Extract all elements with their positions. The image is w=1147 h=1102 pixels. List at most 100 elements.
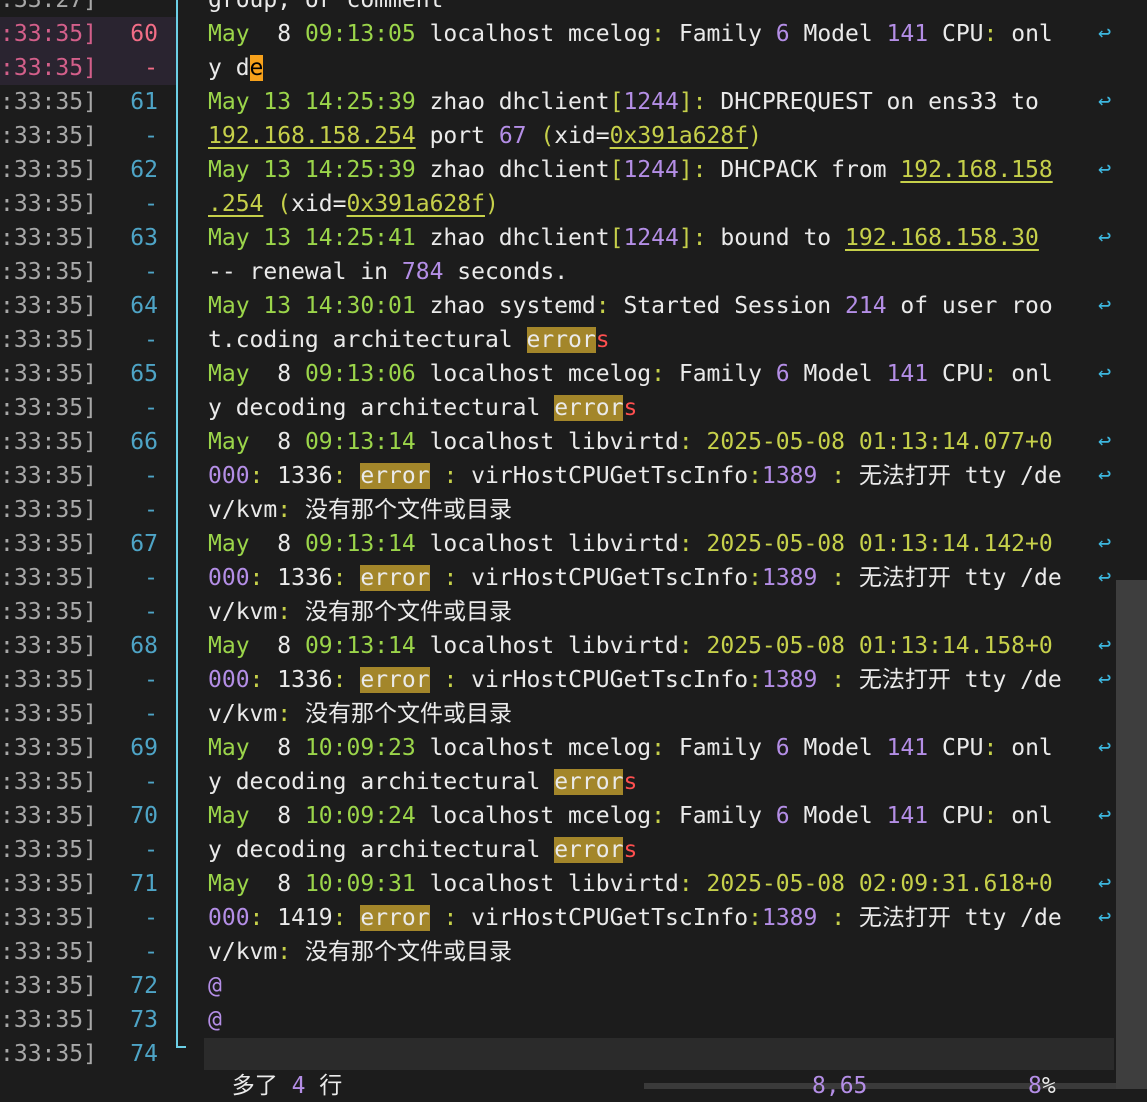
text-token: [ xyxy=(609,89,624,115)
text-token: CPU xyxy=(928,735,984,761)
text-line: May 8 09:13:05 localhost mcelog: Family … xyxy=(208,17,1113,51)
text-token: Started Session xyxy=(623,293,845,319)
scroll-track-empty xyxy=(1116,0,1147,580)
text-token: Model xyxy=(789,735,887,761)
text-token: s xyxy=(623,837,638,863)
text-token: y decoding architectural xyxy=(208,395,555,421)
text-line: 192.168.158.254 port 67 (xid=0x391a628f) xyxy=(208,119,1113,153)
text-token: : xyxy=(983,735,1012,761)
text-token: y d xyxy=(208,55,250,81)
text-token: Family xyxy=(678,735,776,761)
text-token: : xyxy=(678,871,707,897)
text-token: y decoding architectural xyxy=(208,837,555,863)
gutter-timestamp: :33:35] xyxy=(0,633,97,659)
wrap-continuation-icon: ↩ xyxy=(1098,361,1112,386)
gutter-timestamp: :33:35] xyxy=(0,259,97,285)
text-line: v/kvm: 没有那个文件或目录 xyxy=(208,935,1113,969)
search-match: error xyxy=(554,837,624,863)
text-token: ]: xyxy=(678,157,721,183)
line-number: - xyxy=(144,497,158,523)
text-token: : xyxy=(443,565,472,591)
vertical-scrollbar[interactable] xyxy=(1116,580,1147,1089)
text-token: zhao dhclient xyxy=(429,89,610,115)
text-token: 141 xyxy=(886,803,929,829)
text-token: : xyxy=(443,463,472,489)
text-token: -- renewal in xyxy=(208,259,402,285)
text-token: 10:09:23 xyxy=(304,735,430,761)
text-token: : xyxy=(249,905,278,931)
partial-top-line: group, or comment xyxy=(208,0,444,13)
text-token: : xyxy=(748,667,762,693)
text-token: 141 xyxy=(886,21,929,47)
cursor-position: 8,65 xyxy=(812,1073,868,1099)
gutter-timestamp: :33:35] xyxy=(0,157,97,183)
text-token: v/kvm xyxy=(208,939,278,965)
text-token: 000 xyxy=(208,667,250,693)
gutter-timestamp: :33:35] xyxy=(0,973,97,999)
line-number: 65 xyxy=(130,361,158,387)
text-token: v/kvm xyxy=(208,701,278,727)
text-token: May 13 14:25:39 xyxy=(208,157,430,183)
gutter-timestamp: :33:35] xyxy=(0,497,97,523)
text-token: : xyxy=(443,667,472,693)
text-token: May 13 14:25:39 xyxy=(208,89,430,115)
text-token: 1336 xyxy=(277,565,333,591)
text-line: @ xyxy=(208,969,1113,1003)
text-token: localhost libvirtd xyxy=(429,429,679,455)
text-token: onl xyxy=(1011,361,1053,387)
text-token: ]: xyxy=(678,225,721,251)
gutter-timestamp: :33:35] xyxy=(0,871,97,897)
search-match: error xyxy=(360,565,430,591)
text-token: 192.168.158 xyxy=(900,157,1053,183)
text-token: : xyxy=(332,905,361,931)
text-token: 141 xyxy=(886,361,929,387)
text-token: : xyxy=(595,293,624,319)
text-token: virHostCPUGetTscInfo xyxy=(471,565,749,591)
text-token: 2025-05-08 01:13:14.077+0 xyxy=(706,429,1053,455)
line-number: 60 xyxy=(130,21,158,47)
text-token: May xyxy=(208,633,278,659)
text-line: @ xyxy=(208,1003,1113,1037)
text-token: 2025-05-08 02:09:31.618+0 xyxy=(706,871,1053,897)
text-token: 无法打开 tty /de xyxy=(858,667,1062,693)
text-token: 8 xyxy=(277,803,305,829)
text-token: 无法打开 tty /de xyxy=(858,463,1062,489)
text-token: 10:09:24 xyxy=(304,803,430,829)
text-token: onl xyxy=(1011,21,1053,47)
gutter-timestamp: :33:35] xyxy=(0,769,97,795)
wrap-continuation-icon: ↩ xyxy=(1098,21,1112,46)
text-token: 784 xyxy=(401,259,444,285)
wrap-continuation-icon: ↩ xyxy=(1098,463,1112,488)
text-line: May 8 09:13:06 localhost mcelog: Family … xyxy=(208,357,1113,391)
text-token: of user roo xyxy=(886,293,1053,319)
text-line: May 13 14:30:01 zhao systemd: Started Se… xyxy=(208,289,1113,323)
text-token: localhost mcelog xyxy=(429,361,652,387)
text-token: ( xyxy=(540,123,555,149)
text-token: 没有那个文件或目录 xyxy=(304,497,512,523)
text-token: zhao systemd xyxy=(429,293,596,319)
text-line: v/kvm: 没有那个文件或目录 xyxy=(208,493,1113,527)
text-token: : xyxy=(249,565,278,591)
text-token: May 13 14:25:41 xyxy=(208,225,430,251)
text-token: DHCPREQUEST on ens33 to xyxy=(720,89,1053,115)
text-token: 2025-05-08 01:13:14.142+0 xyxy=(706,531,1053,557)
search-match: error xyxy=(554,395,624,421)
search-match: error xyxy=(360,667,430,693)
line-number: - xyxy=(144,565,158,591)
text-token: 8 xyxy=(277,531,305,557)
text-token: virHostCPUGetTscInfo xyxy=(471,463,749,489)
text-token: 2025-05-08 01:13:14.158+0 xyxy=(706,633,1053,659)
text-token: 0x391a628f xyxy=(346,191,485,217)
line-number: - xyxy=(144,667,158,693)
wrap-continuation-icon: ↩ xyxy=(1098,905,1112,930)
text-token: virHostCPUGetTscInfo xyxy=(471,667,749,693)
text-token: Model xyxy=(789,361,887,387)
text-token: : xyxy=(249,667,278,693)
text-token: : xyxy=(277,701,305,727)
text-token: localhost libvirtd xyxy=(429,871,679,897)
text-token: : xyxy=(277,939,305,965)
text-token: May xyxy=(208,429,278,455)
text-token: May xyxy=(208,735,278,761)
